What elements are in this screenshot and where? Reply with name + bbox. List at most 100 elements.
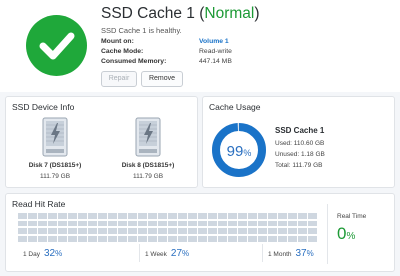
page-title: SSD Cache 1 (Normal) <box>101 5 260 22</box>
divider <box>327 204 328 264</box>
hit-rate-cell <box>108 213 118 219</box>
hit-rate-cell <box>298 213 308 219</box>
checkmark-icon <box>26 15 87 76</box>
disk-size: 111.79 GB <box>132 173 164 180</box>
hit-rate-cell <box>78 236 88 242</box>
hit-rate-cell <box>258 236 268 242</box>
hit-rate-cell <box>178 213 188 219</box>
hit-rate-cell <box>18 213 28 219</box>
hit-rate-cell <box>278 228 288 234</box>
divider <box>262 244 263 262</box>
hit-rate-cell <box>158 228 168 234</box>
hit-rate-cell <box>168 236 178 242</box>
mount-link[interactable]: Volume 1 <box>199 38 229 45</box>
hit-rate-cell <box>38 213 48 219</box>
hit-rate-cell <box>88 220 98 227</box>
hit-rate-cell <box>188 220 198 227</box>
panel-title: SSD Device Info <box>12 102 75 112</box>
hit-rate-cell <box>308 236 318 242</box>
hit-rate-cell <box>138 236 148 242</box>
hit-rate-cell <box>168 220 178 227</box>
hit-rate-cell <box>308 228 318 234</box>
hit-rate-cell <box>208 236 218 242</box>
hit-rate-cell <box>58 213 68 219</box>
disk-name: Disk 8 (DS1815+) <box>121 162 175 169</box>
ssd-device-info-panel: SSD Device Info Disk 7 (DS1815+) 111.79 … <box>5 96 198 188</box>
mount-label: Mount on: <box>101 38 134 45</box>
remove-button[interactable]: Remove <box>141 71 183 87</box>
cache-mode-value: Read-write <box>199 48 232 55</box>
hit-rate-cell <box>218 228 228 234</box>
hit-rate-cell <box>198 228 208 234</box>
cache-name: SSD Cache 1 <box>275 126 325 135</box>
hit-rate-cell <box>258 220 268 227</box>
hit-rate-cell <box>128 228 138 234</box>
hit-rate-cell <box>288 213 298 219</box>
hit-rate-cell <box>238 236 248 242</box>
used-value: Used: 110.60 GB <box>275 140 325 147</box>
hit-rate-cell <box>128 220 138 227</box>
hit-rate-cell <box>58 236 68 242</box>
hit-rate-cell <box>108 228 118 234</box>
hit-rate-cell <box>188 213 198 219</box>
repair-button[interactable]: Repair <box>101 71 137 87</box>
hit-rate-cell <box>68 213 78 219</box>
hit-rate-cell <box>288 236 298 242</box>
hit-rate-cell <box>28 236 38 242</box>
hit-rate-cell <box>178 228 188 234</box>
hit-rate-cell <box>98 213 108 219</box>
hit-rate-cell <box>278 236 288 242</box>
hit-rate-cell <box>288 228 298 234</box>
real-time-label: Real Time <box>337 213 367 220</box>
hit-rate-cell <box>198 236 208 242</box>
hit-rate-cell <box>78 220 88 227</box>
hit-rate-cell <box>258 213 268 219</box>
hit-rate-cell <box>228 228 238 234</box>
hit-rate-cell <box>208 213 218 219</box>
hit-rate-cell <box>138 228 148 234</box>
hit-rate-cell <box>268 236 278 242</box>
hit-rate-cell <box>168 213 178 219</box>
cache-header: SSD Cache 1 (Normal) SSD Cache 1 is heal… <box>0 0 400 92</box>
hit-rate-cell <box>78 213 88 219</box>
hit-rate-cell <box>18 228 28 234</box>
hit-rate-cell <box>138 213 148 219</box>
hit-rate-cell <box>238 228 248 234</box>
real-time-value: 0% <box>337 224 356 243</box>
hit-rate-cell <box>208 220 218 227</box>
hit-rate-cell <box>158 236 168 242</box>
hit-rate-cell <box>308 213 318 219</box>
hit-rate-cell <box>28 220 38 227</box>
hit-rate-cell <box>258 228 268 234</box>
hit-rate-cell <box>228 236 238 242</box>
disk-size: 111.79 GB <box>39 173 71 180</box>
status-text: Normal <box>204 5 255 22</box>
hit-rate-cell <box>178 220 188 227</box>
consumed-memory-label: Consumed Memory: <box>101 58 167 65</box>
health-message: SSD Cache 1 is healthy. <box>101 26 182 35</box>
hit-rate-cell <box>188 236 198 242</box>
hit-rate-cell <box>48 213 58 219</box>
hit-rate-cell <box>278 220 288 227</box>
consumed-memory-value: 447.14 MB <box>199 58 232 65</box>
unused-value: Unused: 1.18 GB <box>275 151 325 158</box>
hit-rate-cell <box>128 213 138 219</box>
hit-rate-1-week: 1 Week 27% <box>145 248 190 259</box>
hit-rate-cell <box>298 228 308 234</box>
hit-rate-cell <box>248 228 258 234</box>
hit-rate-cell <box>298 220 308 227</box>
hit-rate-cell <box>148 236 158 242</box>
hit-rate-cell <box>208 228 218 234</box>
hit-rate-cell <box>248 213 258 219</box>
hit-rate-cell <box>248 236 258 242</box>
hit-rate-cell <box>58 228 68 234</box>
hit-rate-cell <box>98 220 108 227</box>
hit-rate-cell <box>28 228 38 234</box>
hit-rate-cell <box>148 228 158 234</box>
ssd-disk-icon <box>135 117 161 162</box>
hit-rate-cell <box>38 236 48 242</box>
hit-rate-cell <box>38 228 48 234</box>
hit-rate-cell <box>118 236 128 242</box>
read-hit-rate-panel: Read Hit Rate 1 Day 32% 1 Week 27% 1 Month… <box>5 193 395 272</box>
hit-rate-1-day: 1 Day 32% <box>23 248 63 259</box>
